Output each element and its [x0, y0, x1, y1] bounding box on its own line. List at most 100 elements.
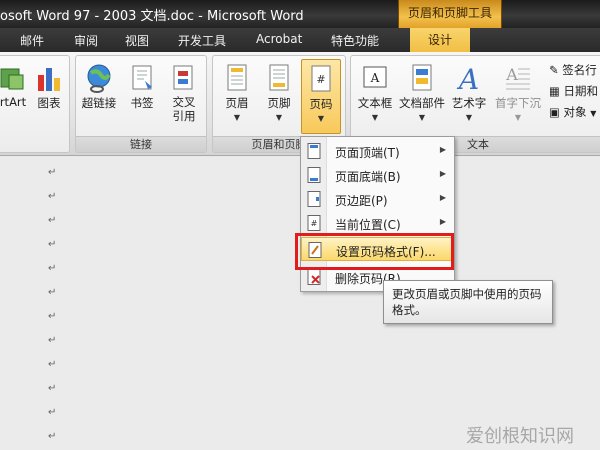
signature-line-icon: ✎	[549, 63, 559, 77]
chart-button[interactable]: 图表	[31, 59, 67, 134]
hyperlink-button[interactable]: 超链接	[79, 59, 119, 134]
signature-line-label: 签名行	[562, 63, 597, 77]
date-time-label: 日期和	[563, 84, 599, 98]
chart-icon	[38, 68, 60, 91]
header-button[interactable]: 页眉 ▼	[217, 59, 257, 134]
menu-item-current-position[interactable]: # 当前位置(C) ▶	[301, 211, 454, 235]
remove-page-numbers-icon	[307, 269, 321, 285]
menu-item-top-of-page[interactable]: 页面顶端(T) ▶	[301, 139, 454, 163]
svg-text:A: A	[456, 63, 479, 93]
object-label: 对象	[563, 105, 587, 119]
footer-label: 页脚	[267, 96, 291, 110]
menu-item-bottom-of-page[interactable]: 页面底端(B) ▶	[301, 163, 454, 187]
submenu-arrow-icon: ▶	[439, 193, 446, 202]
cross-reference-button[interactable]: 交叉 引用	[164, 59, 204, 134]
smartart-icon	[0, 68, 24, 90]
submenu-arrow-icon: ▶	[439, 217, 446, 226]
drop-cap-dropdown-arrow: ▼	[514, 113, 522, 122]
header-label: 页眉	[225, 96, 249, 110]
tab-view[interactable]: 视图	[125, 32, 149, 49]
menu-item-page-margins[interactable]: 页边距(P) ▶	[301, 187, 454, 211]
paragraph-mark: ↵	[48, 311, 57, 322]
paragraph-mark: ↵	[48, 383, 57, 394]
tab-mailings[interactable]: 邮件	[20, 32, 44, 49]
tab-design[interactable]: 设计	[410, 28, 471, 52]
tab-acrobat[interactable]: Acrobat	[256, 32, 302, 46]
footer-dropdown-arrow: ▼	[275, 113, 283, 122]
hyperlink-label: 超链接	[81, 96, 117, 110]
page-number-button[interactable]: # 页码 ▼	[301, 59, 341, 134]
wordart-icon: A	[456, 63, 479, 93]
links-group-label: 链接	[76, 136, 206, 152]
paragraph-mark: ↵	[48, 191, 57, 202]
group-illustrations: rtArt 图表	[0, 55, 70, 153]
paragraph-mark: ↵	[48, 431, 57, 442]
bookmark-label: 书签	[130, 96, 154, 110]
quick-parts-button[interactable]: 文档部件 ▼	[399, 59, 445, 134]
object-button[interactable]: ▣ 对象 ▼	[549, 104, 596, 120]
context-tab-header: 页眉和页脚工具	[398, 0, 502, 28]
object-icon: ▣	[549, 105, 560, 119]
globe-link-icon	[87, 64, 111, 93]
quick-parts-label: 文档部件	[399, 96, 445, 110]
chart-label: 图表	[37, 96, 61, 110]
tab-special-features[interactable]: 特色功能	[331, 32, 379, 49]
paragraph-mark: ↵	[48, 167, 57, 178]
submenu-arrow-icon: ▶	[439, 169, 446, 178]
watermark-text: 爱创根知识网	[466, 426, 574, 447]
menu-item-label: 页面底端(B)	[335, 170, 401, 184]
textbox-icon: A	[363, 66, 387, 88]
quick-parts-dropdown-arrow: ▼	[418, 113, 426, 122]
header-dropdown-arrow: ▼	[233, 113, 241, 122]
cross-reference-icon	[173, 65, 193, 90]
paragraph-mark: ↵	[48, 263, 57, 274]
menu-item-label: 页边距(P)	[335, 194, 388, 208]
paragraph-mark: ↵	[48, 239, 57, 250]
object-dropdown-arrow: ▼	[590, 109, 597, 118]
textbox-button[interactable]: A 文本框 ▼	[355, 59, 395, 134]
drop-cap-icon: A	[505, 65, 530, 90]
paragraph-mark: ↵	[48, 335, 57, 346]
drop-cap-label: 首字下沉	[495, 96, 541, 110]
paragraph-mark: ↵	[48, 287, 57, 298]
page-top-icon	[307, 143, 321, 159]
submenu-arrow-icon: ▶	[439, 145, 446, 154]
svg-text:#: #	[316, 73, 325, 86]
drop-cap-button[interactable]: A 首字下沉 ▼	[493, 59, 543, 134]
menu-item-label: 当前位置(C)	[335, 218, 401, 232]
page-bottom-icon	[307, 167, 321, 183]
date-time-button[interactable]: ▦ 日期和	[549, 83, 598, 99]
page-number-dropdown-arrow: ▼	[317, 114, 325, 123]
page-number-label: 页码	[309, 97, 333, 111]
current-position-icon: #	[307, 215, 321, 231]
smartart-button[interactable]: rtArt	[0, 59, 31, 134]
wordart-button[interactable]: A 艺术字 ▼	[449, 59, 489, 134]
title-bar: osoft Word 97 - 2003 文档.doc - Microsoft …	[0, 0, 600, 28]
page-number-icon: #	[311, 65, 331, 92]
paragraph-mark: ↵	[48, 407, 57, 418]
footer-icon	[269, 64, 289, 91]
signature-line-button[interactable]: ✎ 签名行	[549, 62, 597, 78]
wordart-dropdown-arrow: ▼	[465, 113, 473, 122]
paragraph-mark: ↵	[48, 359, 57, 370]
tooltip: 更改页眉或页脚中使用的页码格式。	[383, 280, 553, 324]
window-title: osoft Word 97 - 2003 文档.doc - Microsoft …	[0, 9, 304, 24]
svg-text:#: #	[311, 219, 318, 228]
menu-item-label: 页面顶端(T)	[335, 146, 400, 160]
tab-developer[interactable]: 开发工具	[178, 32, 226, 49]
paragraph-mark: ↵	[48, 215, 57, 226]
highlight-annotation-box	[295, 233, 454, 270]
wordart-label: 艺术字	[451, 96, 487, 110]
tab-review[interactable]: 审阅	[74, 32, 98, 49]
bookmark-icon	[132, 65, 152, 90]
page-margins-icon	[307, 191, 321, 207]
cross-reference-label: 交叉 引用	[172, 95, 196, 123]
svg-text:A: A	[505, 65, 518, 84]
footer-button[interactable]: 页脚 ▼	[259, 59, 299, 134]
bookmark-button[interactable]: 书签	[122, 59, 162, 134]
calendar-icon: ▦	[549, 84, 560, 98]
textbox-label: 文本框	[357, 96, 393, 110]
header-icon	[227, 64, 247, 91]
smartart-label: rtArt	[0, 95, 27, 109]
ribbon-tab-row: 邮件 审阅 视图 开发工具 Acrobat 特色功能 设计	[0, 28, 600, 52]
